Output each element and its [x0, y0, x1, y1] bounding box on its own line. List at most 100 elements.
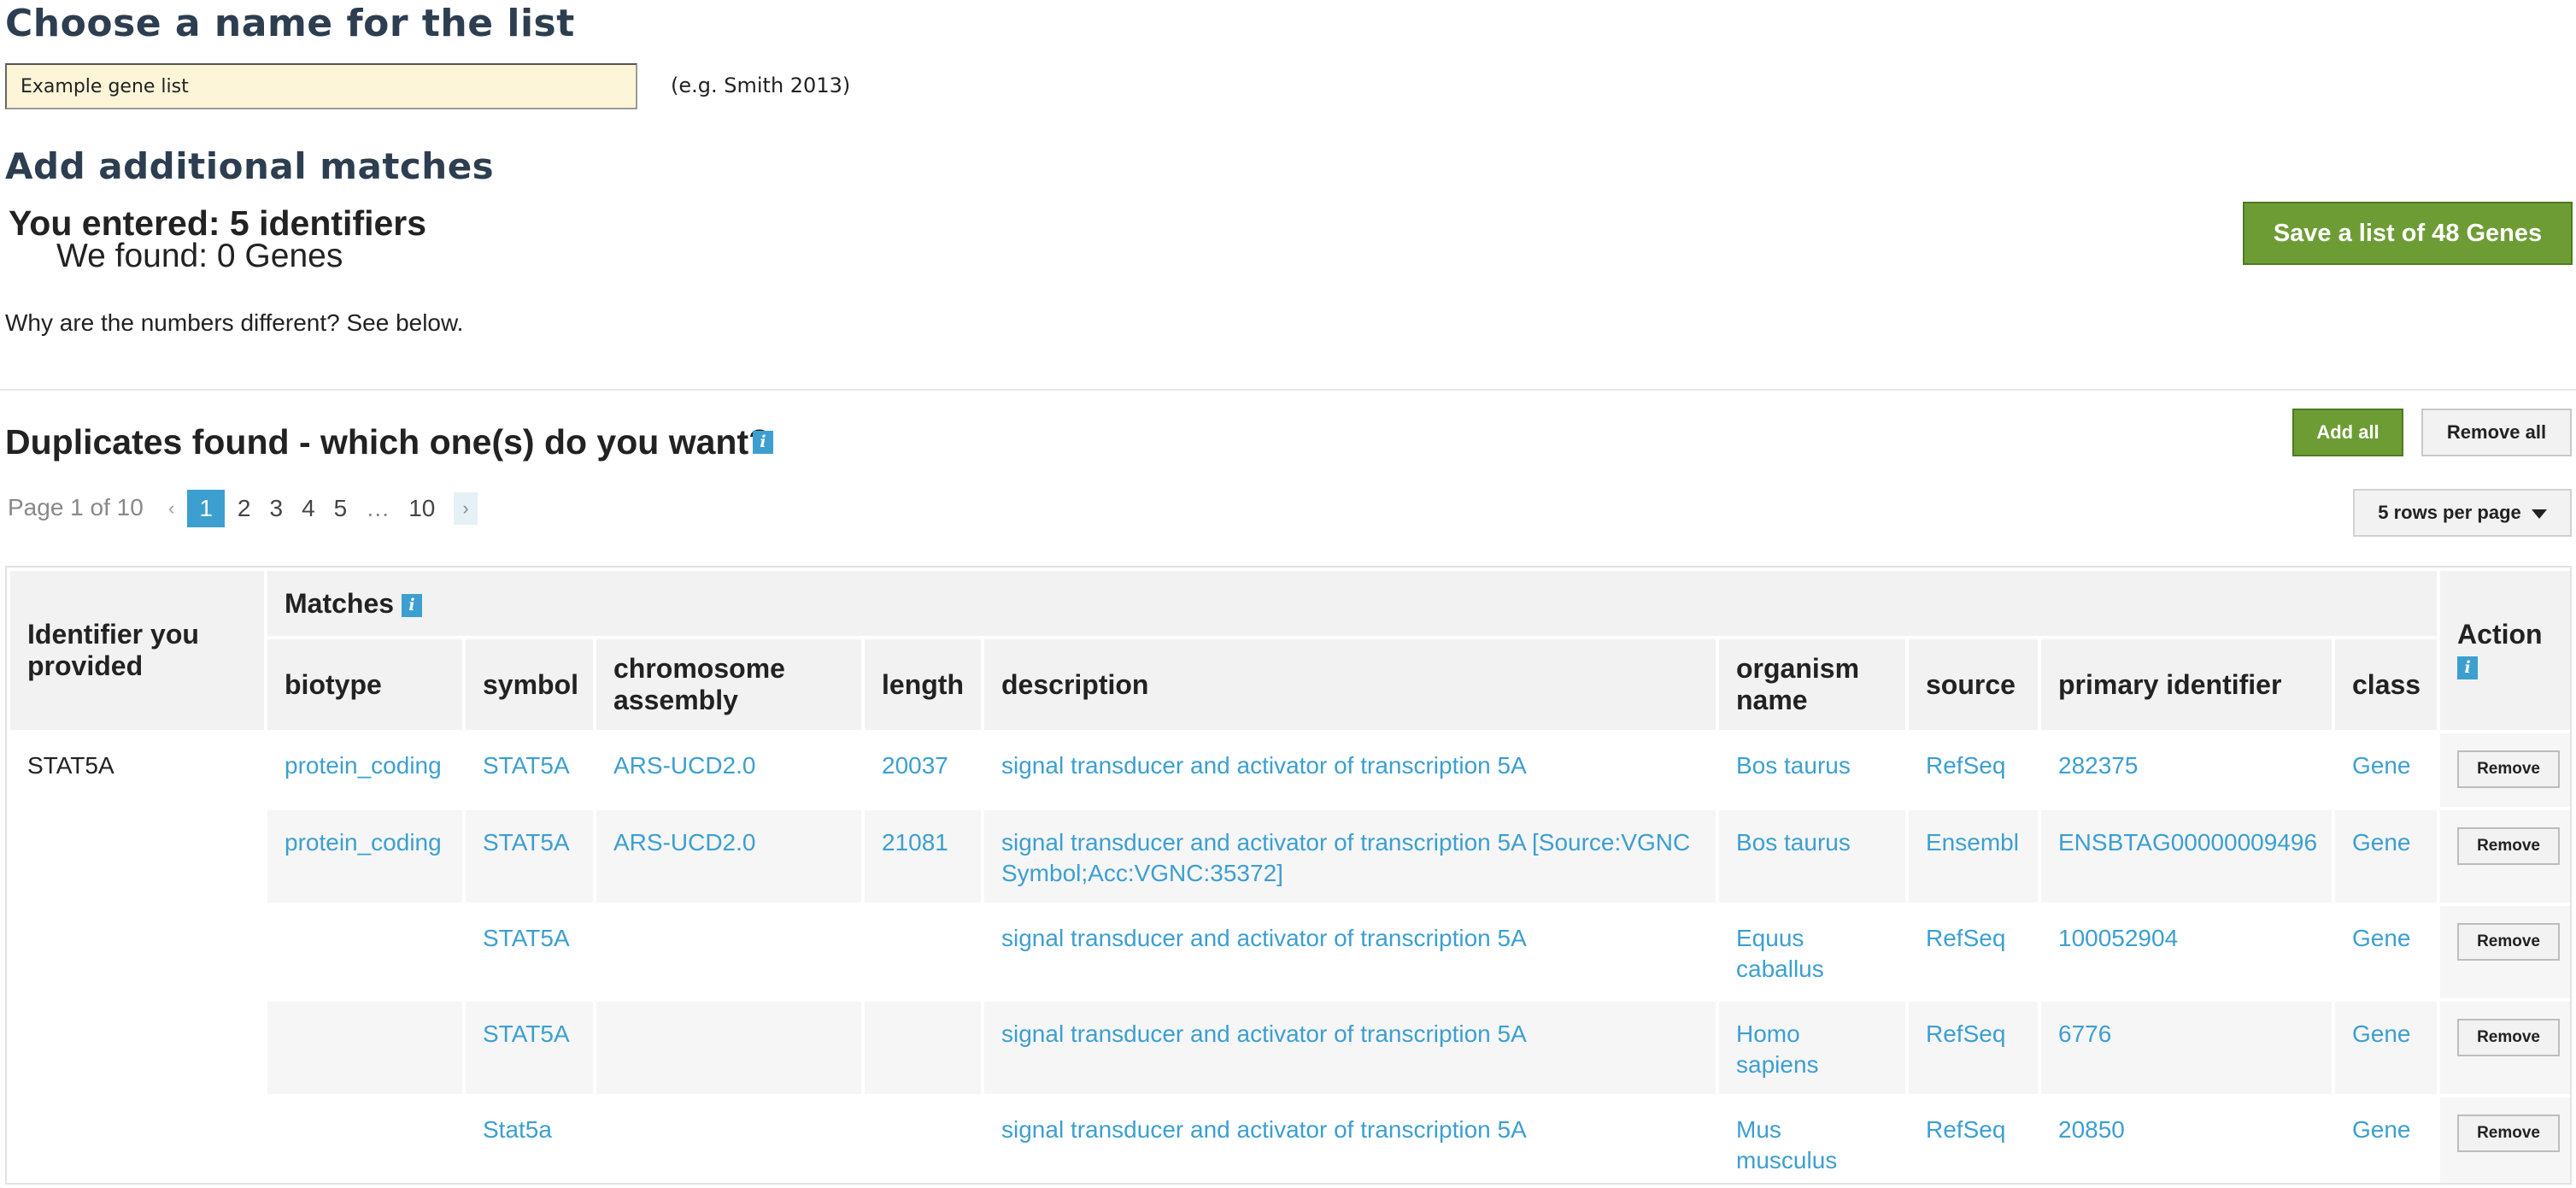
page-link-3[interactable]: 3: [269, 495, 283, 522]
biotype-link[interactable]: protein_coding: [267, 733, 462, 807]
page-ellipsis: …: [366, 495, 390, 521]
duplicates-heading: Duplicates found - which one(s) do you w…: [5, 422, 771, 462]
symbol-link[interactable]: STAT5A: [466, 906, 593, 998]
identifier-cell: STAT5A: [10, 733, 264, 1183]
description-link[interactable]: signal transducer and activator of trans…: [984, 1002, 1716, 1094]
biotype-link[interactable]: [267, 906, 462, 998]
page-link-4[interactable]: 4: [302, 495, 315, 522]
length-link[interactable]: [865, 1002, 981, 1094]
duplicates-table-container: Identifier you provided Matches i Action…: [5, 566, 2572, 1185]
remove-button[interactable]: Remove: [2457, 750, 2561, 788]
symbol-link[interactable]: Stat5a: [466, 1097, 593, 1183]
remove-button[interactable]: Remove: [2457, 827, 2561, 865]
page-link-10[interactable]: 10: [408, 495, 435, 522]
add-all-button[interactable]: Add all: [2292, 409, 2403, 456]
action-cell: Remove: [2440, 906, 2570, 998]
section-divider: [0, 389, 2576, 391]
save-list-button[interactable]: Save a list of 48 Genes: [2243, 202, 2573, 265]
column-header[interactable]: primary identifier: [2041, 639, 2332, 730]
symbol-link[interactable]: STAT5A: [466, 810, 593, 903]
column-header[interactable]: source: [1909, 639, 2038, 730]
remove-button[interactable]: Remove: [2457, 923, 2561, 961]
source-link[interactable]: RefSeq: [1909, 1097, 2038, 1183]
genes-found-summary: We found: 0 Genes: [56, 238, 343, 274]
organism-link[interactable]: Mus musculus: [1719, 1097, 1905, 1183]
action-info-icon[interactable]: i: [2457, 656, 2479, 680]
remove-button[interactable]: Remove: [2457, 1019, 2561, 1056]
list-name-heading: Choose a name for the list: [5, 2, 575, 45]
class-link[interactable]: Gene: [2335, 1002, 2438, 1094]
length-link[interactable]: 21081: [865, 810, 981, 903]
biotype-link[interactable]: [267, 1002, 462, 1094]
organism-link[interactable]: Equus caballus: [1719, 906, 1905, 998]
page-link-1[interactable]: 1: [187, 490, 225, 527]
organism-link[interactable]: Bos taurus: [1719, 733, 1905, 807]
biotype-link[interactable]: protein_coding: [267, 810, 462, 903]
duplicates-table: Identifier you provided Matches i Action…: [7, 568, 2570, 1183]
duplicates-info-icon[interactable]: i: [753, 431, 773, 454]
length-link[interactable]: [865, 906, 981, 998]
action-cell: Remove: [2440, 810, 2570, 903]
remove-all-button[interactable]: Remove all: [2421, 409, 2572, 456]
next-page-icon[interactable]: ›: [454, 492, 478, 525]
header-matches-label: Matches: [285, 587, 395, 619]
length-link[interactable]: [865, 1097, 981, 1183]
action-cell: Remove: [2440, 1097, 2570, 1183]
class-link[interactable]: Gene: [2335, 733, 2438, 807]
column-header[interactable]: length: [865, 639, 981, 730]
column-header[interactable]: class: [2335, 639, 2438, 730]
table-row: Stat5a signal transducer and activator o…: [10, 1097, 2570, 1183]
source-link[interactable]: Ensembl: [1909, 810, 2038, 903]
column-header[interactable]: description: [984, 639, 1716, 730]
source-link[interactable]: RefSeq: [1909, 733, 2038, 807]
list-name-input[interactable]: [5, 63, 637, 109]
primary-identifier-link[interactable]: 6776: [2041, 1002, 2332, 1094]
header-identifier: Identifier you provided: [10, 571, 264, 730]
organism-link[interactable]: Bos taurus: [1719, 810, 1905, 903]
description-link[interactable]: signal transducer and activator of trans…: [984, 810, 1716, 903]
assembly-link[interactable]: [596, 1097, 861, 1183]
symbol-link[interactable]: STAT5A: [466, 1002, 593, 1094]
symbol-link[interactable]: STAT5A: [466, 733, 593, 807]
description-link[interactable]: signal transducer and activator of trans…: [984, 1097, 1716, 1183]
assembly-link[interactable]: ARS-UCD2.0: [596, 733, 861, 807]
description-link[interactable]: signal transducer and activator of trans…: [984, 733, 1716, 807]
column-header[interactable]: symbol: [466, 639, 593, 730]
pagination: ‹ 1 2 3 4 5 … 10 ›: [159, 489, 487, 528]
organism-link[interactable]: Homo sapiens: [1719, 1002, 1905, 1094]
prev-page-icon[interactable]: ‹: [168, 497, 174, 520]
class-link[interactable]: Gene: [2335, 1097, 2438, 1183]
rows-per-page-label: 5 rows per page: [2378, 502, 2521, 523]
assembly-link[interactable]: ARS-UCD2.0: [596, 810, 861, 903]
primary-identifier-link[interactable]: 20850: [2041, 1097, 2332, 1183]
biotype-link[interactable]: [267, 1097, 462, 1183]
class-link[interactable]: Gene: [2335, 810, 2438, 903]
column-header[interactable]: organism name: [1719, 639, 1905, 730]
remove-button[interactable]: Remove: [2457, 1114, 2561, 1152]
column-header[interactable]: biotype: [267, 639, 462, 730]
table-row: STAT5A signal transducer and activator o…: [10, 1002, 2570, 1094]
assembly-link[interactable]: [596, 1002, 861, 1094]
primary-identifier-link[interactable]: 100052904: [2041, 906, 2332, 998]
page-link-2[interactable]: 2: [238, 495, 251, 522]
column-header[interactable]: chromosome assembly: [596, 639, 861, 730]
description-link[interactable]: signal transducer and activator of trans…: [984, 906, 1716, 998]
source-link[interactable]: RefSeq: [1909, 906, 2038, 998]
length-link[interactable]: 20037: [865, 733, 981, 807]
table-row: STAT5A protein_coding STAT5A ARS-UCD2.0 …: [10, 733, 2570, 1183]
table-row: STAT5A signal transducer and activator o…: [10, 906, 2570, 998]
class-link[interactable]: Gene: [2335, 906, 2438, 998]
list-name-hint: (e.g. Smith 2013): [671, 74, 851, 97]
action-cell: Remove: [2440, 733, 2570, 807]
assembly-link[interactable]: [596, 906, 861, 998]
page-link-5[interactable]: 5: [334, 495, 348, 522]
header-action-label: Action: [2457, 619, 2543, 650]
primary-identifier-link[interactable]: ENSBTAG00000009496: [2041, 810, 2332, 903]
matches-info-icon[interactable]: i: [401, 593, 422, 617]
rows-per-page-dropdown[interactable]: 5 rows per page: [2353, 489, 2572, 537]
header-action: Action i: [2440, 571, 2570, 730]
source-link[interactable]: RefSeq: [1909, 1002, 2038, 1094]
header-matches: Matches i: [267, 571, 2438, 636]
page-status: Page 1 of 10: [8, 494, 144, 520]
primary-identifier-link[interactable]: 282375: [2041, 733, 2332, 807]
